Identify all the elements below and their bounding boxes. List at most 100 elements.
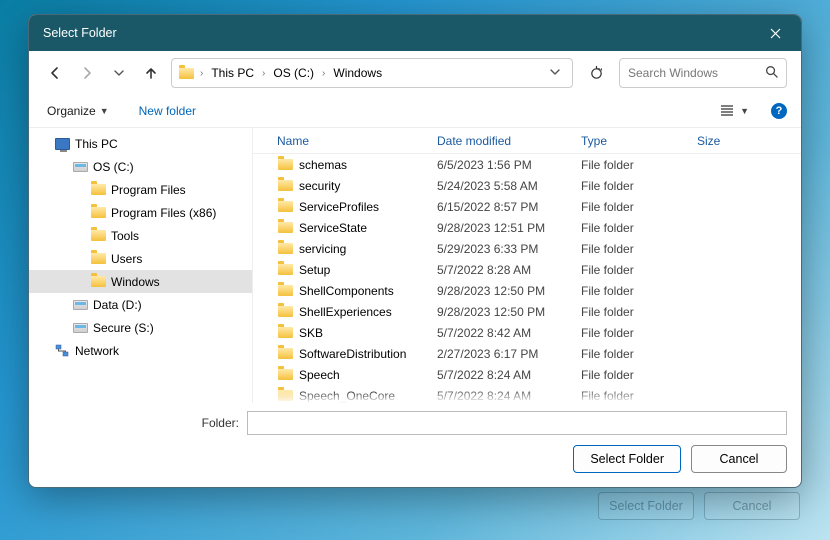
column-header-name[interactable]: Name xyxy=(277,134,437,148)
tree-item[interactable]: Data (D:) xyxy=(29,293,252,316)
folder-icon xyxy=(277,262,293,278)
close-button[interactable] xyxy=(761,19,789,47)
file-type-cell: File folder xyxy=(581,389,697,403)
file-row[interactable]: security5/24/2023 5:58 AMFile folder xyxy=(253,175,801,196)
recent-dropdown[interactable] xyxy=(107,61,131,85)
chevron-right-icon: › xyxy=(320,68,327,79)
file-rows[interactable]: schemas6/5/2023 1:56 PMFile foldersecuri… xyxy=(253,154,801,403)
view-mode-button[interactable]: ▼ xyxy=(720,105,749,117)
tree-item[interactable]: Secure (S:) xyxy=(29,316,252,339)
file-date-cell: 9/28/2023 12:50 PM xyxy=(437,305,581,319)
folder-icon xyxy=(277,304,293,320)
thispc-icon xyxy=(54,136,70,152)
tree-item-label: Users xyxy=(111,252,142,266)
file-row[interactable]: schemas6/5/2023 1:56 PMFile folder xyxy=(253,154,801,175)
select-folder-button[interactable]: Select Folder xyxy=(573,445,681,473)
back-button[interactable] xyxy=(43,61,67,85)
folder-icon xyxy=(277,220,293,236)
file-type-cell: File folder xyxy=(581,179,697,193)
breadcrumb-segment-windows[interactable]: Windows xyxy=(331,66,384,80)
chevron-right-icon: › xyxy=(260,68,267,79)
file-type-cell: File folder xyxy=(581,326,697,340)
file-row[interactable]: ServiceProfiles6/15/2022 8:57 PMFile fol… xyxy=(253,196,801,217)
drive-icon xyxy=(72,320,88,336)
help-button[interactable]: ? xyxy=(771,103,787,119)
caret-down-icon: ▼ xyxy=(100,106,109,116)
drive-icon xyxy=(72,159,88,175)
file-row[interactable]: Setup5/7/2022 8:28 AMFile folder xyxy=(253,259,801,280)
folder-icon xyxy=(277,178,293,194)
folder-icon xyxy=(277,157,293,173)
folder-icon xyxy=(90,251,106,267)
network-icon xyxy=(54,343,70,359)
tree-item[interactable]: Windows xyxy=(29,270,252,293)
tree-item-label: Program Files (x86) xyxy=(111,206,216,220)
file-type-cell: File folder xyxy=(581,347,697,361)
tree-item[interactable]: Network xyxy=(29,339,252,362)
file-row[interactable]: ShellExperiences9/28/2023 12:50 PMFile f… xyxy=(253,301,801,322)
file-type-cell: File folder xyxy=(581,221,697,235)
folder-icon xyxy=(277,325,293,341)
new-folder-button[interactable]: New folder xyxy=(135,100,200,122)
organize-button[interactable]: Organize ▼ xyxy=(43,100,113,122)
file-name-cell: Speech xyxy=(277,367,437,383)
titlebar: Select Folder xyxy=(29,15,801,51)
file-date-cell: 5/7/2022 8:24 AM xyxy=(437,368,581,382)
tree-item[interactable]: This PC xyxy=(29,132,252,155)
forward-button[interactable] xyxy=(75,61,99,85)
tree-item-label: Data (D:) xyxy=(93,298,142,312)
file-name-cell: Setup xyxy=(277,262,437,278)
file-row[interactable]: ServiceState9/28/2023 12:51 PMFile folde… xyxy=(253,217,801,238)
search-input[interactable] xyxy=(628,66,759,80)
tree-item-label: Tools xyxy=(111,229,139,243)
tree-item[interactable]: Users xyxy=(29,247,252,270)
file-row[interactable]: Speech_OneCore5/7/2022 8:24 AMFile folde… xyxy=(253,385,801,403)
ghost-cancel: Cancel xyxy=(704,492,800,520)
file-name-cell: ShellComponents xyxy=(277,283,437,299)
column-header-date[interactable]: Date modified xyxy=(437,134,581,148)
refresh-button[interactable] xyxy=(581,58,611,88)
file-type-cell: File folder xyxy=(581,263,697,277)
toolbar: Organize ▼ New folder ▼ ? xyxy=(29,95,801,127)
folder-label: Folder: xyxy=(43,416,239,430)
dialog-footer: Folder: Select Folder Cancel xyxy=(29,403,801,487)
address-bar[interactable]: › This PC › OS (C:) › Windows xyxy=(171,58,573,88)
tree-item[interactable]: Program Files xyxy=(29,178,252,201)
folder-icon xyxy=(90,205,106,221)
tree-item[interactable]: OS (C:) xyxy=(29,155,252,178)
file-type-cell: File folder xyxy=(581,305,697,319)
navigation-tree[interactable]: This PCOS (C:)Program Files Program Files… xyxy=(29,128,253,403)
up-button[interactable] xyxy=(139,61,163,85)
main-area: This PCOS (C:)Program Files Program Files… xyxy=(29,127,801,403)
file-date-cell: 5/24/2023 5:58 AM xyxy=(437,179,581,193)
column-header-size[interactable]: Size xyxy=(697,134,757,148)
cancel-button[interactable]: Cancel xyxy=(691,445,787,473)
file-row[interactable]: Speech5/7/2022 8:24 AMFile folder xyxy=(253,364,801,385)
tree-item[interactable]: Program Files (x86) xyxy=(29,201,252,224)
breadcrumb-segment-thispc[interactable]: This PC xyxy=(209,66,256,80)
folder-icon xyxy=(90,274,106,290)
file-type-cell: File folder xyxy=(581,158,697,172)
arrow-left-icon xyxy=(48,66,62,80)
address-dropdown[interactable] xyxy=(544,66,566,80)
file-date-cell: 5/7/2022 8:42 AM xyxy=(437,326,581,340)
file-name-cell: ServiceProfiles xyxy=(277,199,437,215)
file-name-cell: ShellExperiences xyxy=(277,304,437,320)
file-type-cell: File folder xyxy=(581,284,697,298)
column-headers[interactable]: Name Date modified Type Size xyxy=(253,128,801,154)
close-icon xyxy=(770,28,781,39)
folder-icon xyxy=(90,228,106,244)
tree-item-label: Network xyxy=(75,344,119,358)
breadcrumb-segment-osc[interactable]: OS (C:) xyxy=(271,66,316,80)
folder-icon xyxy=(277,283,293,299)
search-box[interactable] xyxy=(619,58,787,88)
file-row[interactable]: ShellComponents9/28/2023 12:50 PMFile fo… xyxy=(253,280,801,301)
file-row[interactable]: SKB5/7/2022 8:42 AMFile folder xyxy=(253,322,801,343)
caret-down-icon: ▼ xyxy=(740,106,749,116)
column-header-type[interactable]: Type xyxy=(581,134,697,148)
folder-icon xyxy=(277,199,293,215)
file-row[interactable]: servicing5/29/2023 6:33 PMFile folder xyxy=(253,238,801,259)
folder-input[interactable] xyxy=(247,411,787,435)
tree-item[interactable]: Tools xyxy=(29,224,252,247)
file-row[interactable]: SoftwareDistribution2/27/2023 6:17 PMFil… xyxy=(253,343,801,364)
